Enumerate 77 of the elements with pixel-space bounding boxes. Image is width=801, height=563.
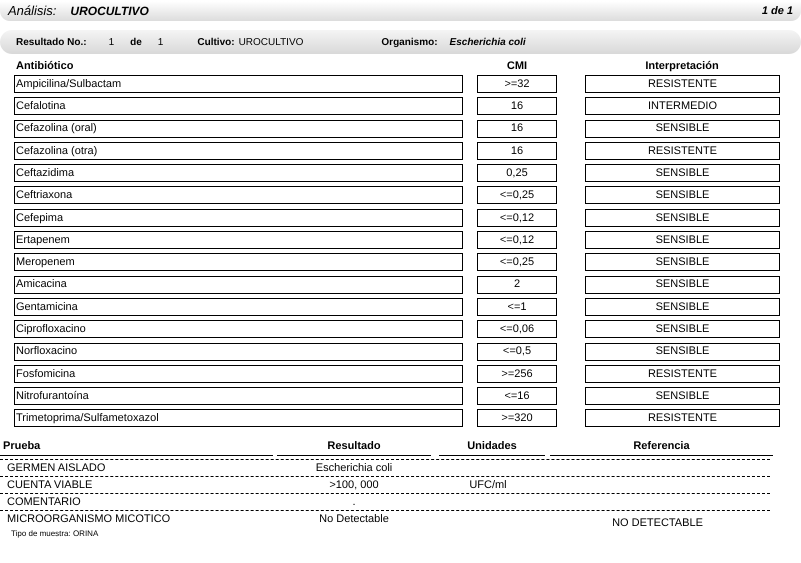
test-name: GERMEN AISLADO bbox=[6, 460, 106, 476]
analysis-value: UROCULTIVO bbox=[70, 3, 149, 20]
column-header: Interpretación bbox=[644, 58, 720, 74]
culture-label: Cultivo: bbox=[197, 36, 235, 50]
analysis-label: Análisis: bbox=[8, 2, 56, 20]
test-name: COMENTARIO bbox=[6, 494, 82, 510]
result-total: 1 bbox=[158, 36, 164, 50]
test-result: No Detectable bbox=[318, 512, 390, 527]
test-result: >100, 000 bbox=[328, 478, 380, 493]
antibiotic-cell: Ertapenem bbox=[14, 231, 463, 250]
antibiotic-cell: Ceftriaxona bbox=[14, 186, 463, 204]
mic-cell: 16 bbox=[477, 120, 557, 138]
mic-cell: <=0,12 bbox=[477, 231, 557, 250]
interpretation-cell: SENSIBLE bbox=[585, 298, 780, 316]
antibiotic-cell: Gentamicina bbox=[14, 298, 463, 316]
column-header: CMI bbox=[506, 58, 528, 74]
mic-cell: <=1 bbox=[477, 298, 557, 316]
antibiotic-cell: Cefalotina bbox=[14, 97, 463, 116]
interpretation-cell: SENSIBLE bbox=[585, 186, 780, 204]
column-header: Referencia bbox=[550, 438, 773, 456]
antibiotic-cell: Fosfomicina bbox=[14, 364, 463, 383]
antibiotic-cell: Ciprofloxacino bbox=[14, 320, 463, 338]
page-number: 1 de 1 bbox=[762, 4, 793, 19]
mic-cell: <=0,06 bbox=[477, 320, 557, 338]
of-label: de bbox=[130, 36, 142, 50]
antibiotic-cell: Ampicilina/Sulbactam bbox=[14, 75, 463, 93]
test-units: UFC/ml bbox=[469, 478, 507, 493]
interpretation-cell: RESISTENTE bbox=[585, 75, 780, 93]
interpretation-cell: RESISTENTE bbox=[585, 409, 780, 428]
mic-cell: <=16 bbox=[477, 387, 557, 406]
culture-value: UROCULTIVO bbox=[238, 36, 304, 50]
mic-cell: 0,25 bbox=[477, 164, 557, 182]
column-header: Prueba bbox=[0, 438, 273, 456]
interpretation-cell: INTERMEDIO bbox=[585, 97, 780, 116]
organism-label: Organismo: bbox=[381, 36, 438, 50]
mic-cell: <=0,25 bbox=[477, 253, 557, 272]
interpretation-cell: SENSIBLE bbox=[585, 387, 780, 406]
column-header: Antibiótico bbox=[16, 58, 74, 74]
mic-cell: >=256 bbox=[477, 364, 557, 383]
interpretation-cell: SENSIBLE bbox=[585, 231, 780, 250]
antibiotic-cell: Trimetoprima/Sulfametoxazol bbox=[14, 409, 463, 428]
antibiotic-cell: Norfloxacino bbox=[14, 342, 463, 361]
mic-cell: <=0,5 bbox=[477, 342, 557, 361]
test-reference: NO DETECTABLE bbox=[612, 516, 703, 531]
mic-cell: 2 bbox=[477, 276, 557, 294]
interpretation-cell: RESISTENTE bbox=[585, 364, 780, 383]
antibiotic-cell: Nitrofurantoína bbox=[14, 387, 463, 406]
antibiotic-cell: Meropenem bbox=[14, 253, 463, 272]
test-result: Escherichia coli bbox=[314, 460, 394, 476]
test-result: . bbox=[351, 494, 357, 510]
interpretation-cell: SENSIBLE bbox=[585, 253, 780, 272]
mic-cell: >=320 bbox=[477, 409, 557, 428]
interpretation-cell: SENSIBLE bbox=[585, 164, 780, 182]
antibiotic-cell: Cefepima bbox=[14, 208, 463, 227]
interpretation-cell: RESISTENTE bbox=[585, 142, 780, 160]
mic-cell: 16 bbox=[477, 142, 557, 160]
interpretation-cell: SENSIBLE bbox=[585, 208, 780, 227]
interpretation-cell: SENSIBLE bbox=[585, 320, 780, 338]
organism-value: Escherichia coli bbox=[450, 36, 526, 50]
interpretation-cell: SENSIBLE bbox=[585, 120, 780, 138]
interpretation-cell: SENSIBLE bbox=[585, 276, 780, 294]
sample-type: Tipo de muestra: ORINA bbox=[11, 528, 100, 540]
mic-cell: <=0,12 bbox=[477, 208, 557, 227]
result-label: Resultado No.: bbox=[16, 36, 87, 50]
mic-cell: >=32 bbox=[477, 75, 557, 93]
antibiotic-cell: Cefazolina (oral) bbox=[14, 120, 463, 138]
interpretation-cell: SENSIBLE bbox=[585, 342, 780, 361]
result-number: 1 bbox=[108, 36, 114, 50]
column-header: Resultado bbox=[277, 438, 431, 456]
mic-cell: <=0,25 bbox=[477, 186, 557, 204]
antibiotic-cell: Amicacina bbox=[14, 276, 463, 294]
antibiotic-cell: Cefazolina (otra) bbox=[14, 142, 463, 160]
test-name: MICROORGANISMO MICOTICO bbox=[6, 512, 172, 527]
test-name: CUENTA VIABLE bbox=[6, 478, 94, 493]
antibiotic-cell: Ceftazidima bbox=[14, 164, 463, 182]
mic-cell: 16 bbox=[477, 97, 557, 116]
column-header: Unidades bbox=[439, 438, 545, 456]
